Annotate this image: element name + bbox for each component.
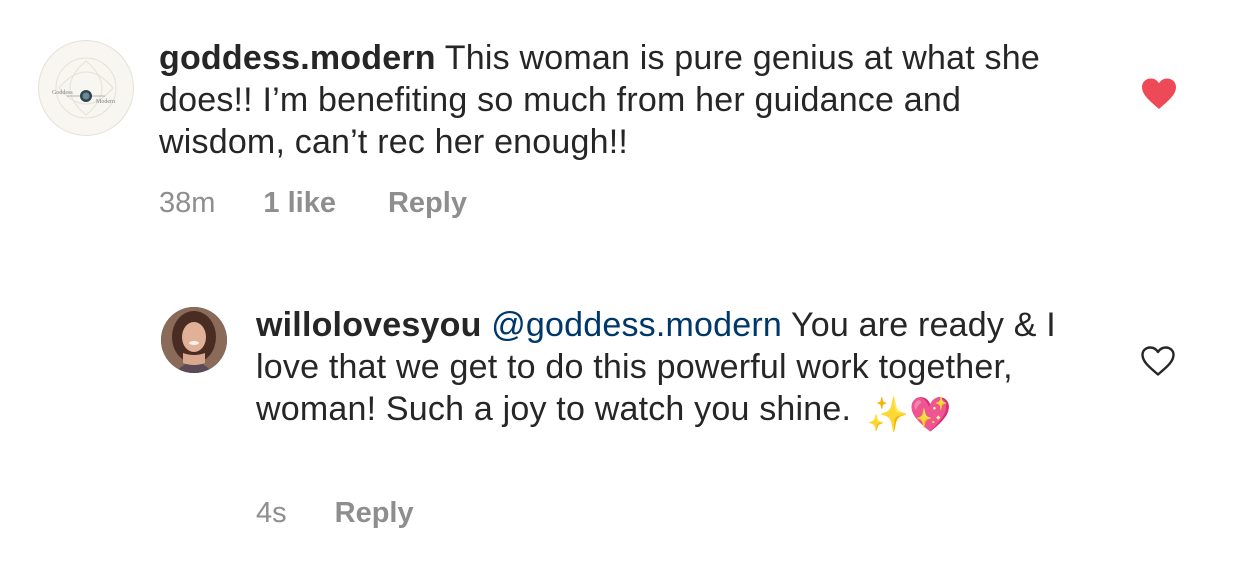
comment-time: 38m — [159, 187, 216, 219]
comment-thread: Goddess Modern goddess.modern This woman… — [0, 0, 1242, 571]
heart-filled-icon — [1142, 78, 1176, 109]
avatar[interactable]: Goddess Modern — [38, 40, 134, 136]
avatar[interactable] — [161, 307, 227, 373]
goddess-modern-logo-icon: Goddess Modern — [40, 42, 132, 134]
comment-body: willolovesyou @goddess.modern You are re… — [256, 304, 1116, 436]
like-count[interactable]: 1 like — [263, 186, 336, 220]
like-button[interactable] — [1140, 345, 1176, 377]
sparkles-heart-emoji: ✨💖 — [866, 396, 952, 434]
like-button[interactable] — [1140, 77, 1178, 111]
user-photo-avatar-icon — [161, 307, 227, 373]
comment-meta: 38m 1 like Reply — [159, 186, 467, 220]
comment-time: 4s — [256, 497, 287, 529]
reply-button[interactable]: Reply — [388, 186, 467, 220]
comment-username[interactable]: willolovesyou — [256, 306, 482, 344]
comment-meta: 4s Reply — [256, 496, 414, 530]
comment-body: goddess.modern This woman is pure genius… — [159, 37, 1079, 163]
heart-outline-icon — [1141, 346, 1175, 376]
logo-text-right: Modern — [96, 99, 115, 105]
reply-button[interactable]: Reply — [335, 496, 414, 530]
comment-username[interactable]: goddess.modern — [159, 39, 436, 77]
logo-text-left: Goddess — [52, 90, 73, 96]
mention-link[interactable]: @goddess.modern — [491, 306, 782, 344]
